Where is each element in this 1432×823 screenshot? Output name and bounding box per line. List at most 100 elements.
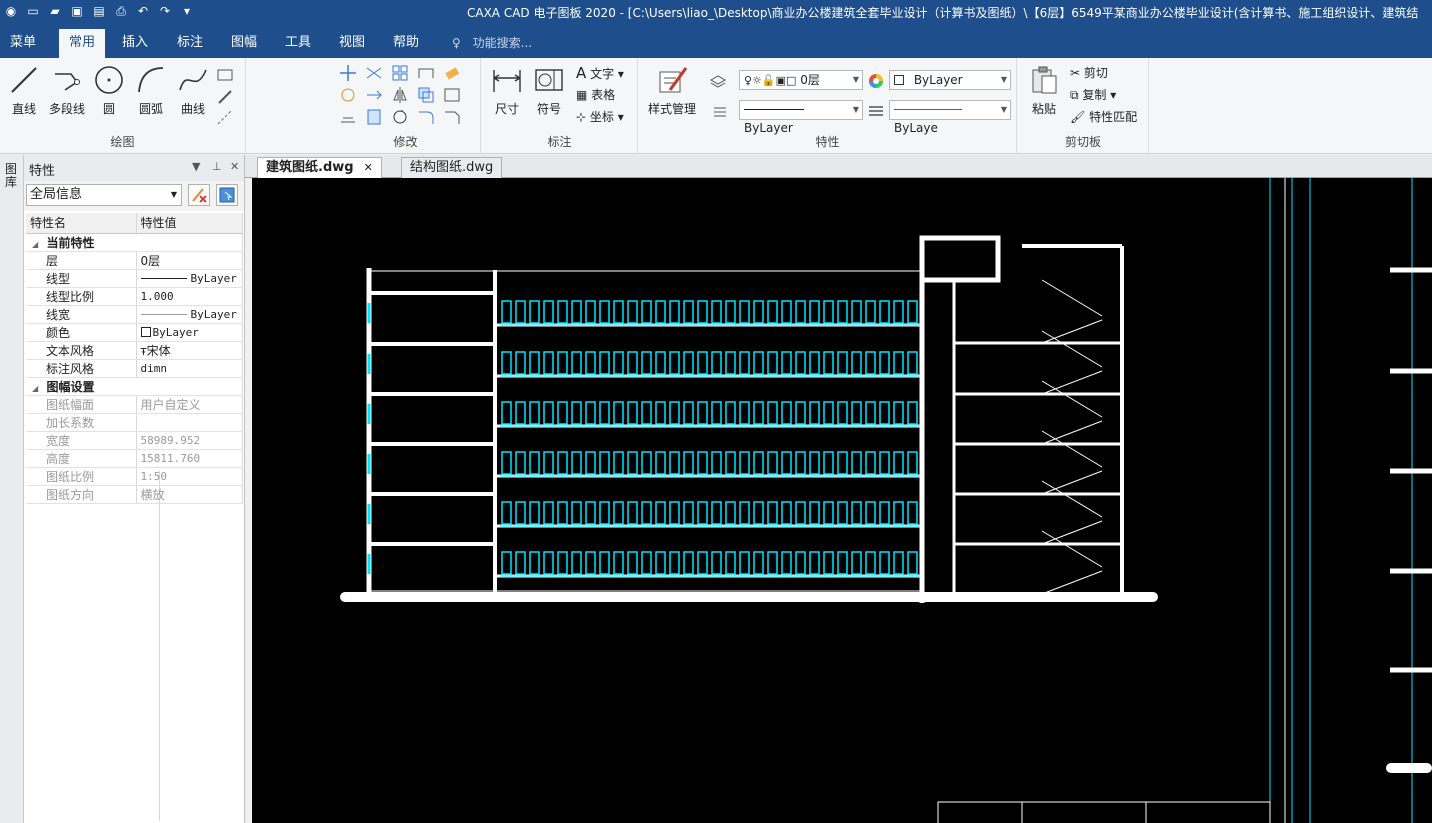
lineweight-icon[interactable] <box>867 102 885 120</box>
doc-tab-architecture[interactable]: 建筑图纸.dwg ✕ <box>257 157 382 178</box>
window <box>767 351 778 375</box>
window <box>809 501 820 525</box>
chamfer-icon[interactable] <box>443 108 461 126</box>
lineweight-sample <box>140 313 187 315</box>
tab-tools[interactable]: 工具 <box>275 29 321 58</box>
section-sheet[interactable]: ◢ 图幅设置 <box>26 377 243 396</box>
open-folder-icon[interactable]: ▰ <box>46 3 64 19</box>
save-icon[interactable]: ▣ <box>68 3 86 19</box>
chevron-down-icon: ▼ <box>1000 105 1007 114</box>
rectangle-icon[interactable] <box>216 66 234 84</box>
table-row[interactable]: 标注风格 dimn <box>26 359 243 378</box>
layer-select[interactable]: ♀☼🔓▣□ 0层 ▼ <box>739 70 863 90</box>
quick-select-button[interactable] <box>216 184 238 206</box>
window <box>837 551 848 575</box>
tab-sheet[interactable]: 图幅 <box>221 29 267 58</box>
mirror-icon[interactable] <box>391 86 409 104</box>
tab-view[interactable]: 视图 <box>329 29 375 58</box>
curve-label: 曲线 <box>180 102 205 116</box>
save-all-icon[interactable]: ▤ <box>90 3 108 19</box>
window <box>851 401 862 425</box>
draw-group: 直线 多段线 圆 圆弧 曲线 绘图 <box>0 58 246 154</box>
polyline-button[interactable]: 多段线 <box>45 64 89 117</box>
rotate-icon[interactable] <box>391 108 409 126</box>
table-row[interactable]: 颜色 ByLayer <box>26 323 243 342</box>
line-button[interactable]: 直线 <box>3 64 45 117</box>
pin-icon[interactable]: ⊥ <box>212 160 222 173</box>
doc-tab-structure[interactable]: 结构图纸.dwg <box>401 157 503 178</box>
new-file-icon[interactable]: ▭ <box>24 3 42 19</box>
undo-icon[interactable]: ↶ <box>134 3 152 19</box>
arc-button[interactable]: 圆弧 <box>130 64 172 117</box>
table-row[interactable]: 线型 ByLayer <box>26 269 243 288</box>
table-row[interactable]: 线宽 ByLayer <box>26 305 243 324</box>
move-icon[interactable] <box>339 64 357 82</box>
tab-common[interactable]: 常用 <box>59 29 106 58</box>
close-icon[interactable]: ✕ <box>230 160 239 173</box>
layer-manager-icon[interactable] <box>709 72 727 90</box>
array-icon[interactable] <box>391 64 409 82</box>
trim-icon[interactable] <box>365 64 383 82</box>
table-row[interactable]: 文本风格 Ŧ宋体 <box>26 341 243 360</box>
feature-search-placeholder: 功能搜索... <box>472 36 533 50</box>
coordinate-button[interactable]: ⊹ 坐标 ▾ <box>576 108 624 125</box>
selection-filter-select[interactable]: 全局信息 ▼ <box>26 184 182 206</box>
tab-menu[interactable]: 菜单 <box>0 29 46 58</box>
color-wheel-icon[interactable] <box>867 72 885 90</box>
text-button[interactable]: A 文字 ▾ <box>576 64 624 82</box>
explode-icon[interactable] <box>365 108 383 126</box>
window <box>795 551 806 575</box>
print-icon[interactable]: ⎙ <box>112 3 130 19</box>
copy-object-icon[interactable] <box>417 86 435 104</box>
symbol-button[interactable]: 符号 <box>528 64 570 117</box>
window <box>753 501 764 525</box>
library-side-strip[interactable]: 图库 <box>0 155 24 823</box>
selection-row: 全局信息 ▼ <box>24 181 244 211</box>
app-logo-icon[interactable]: ◉ <box>2 3 20 19</box>
construction-line-icon[interactable] <box>216 108 234 126</box>
pen-icon[interactable] <box>216 88 234 106</box>
eraser-icon[interactable] <box>443 64 461 82</box>
scale-icon[interactable] <box>339 86 357 104</box>
break-icon[interactable] <box>417 64 435 82</box>
offset-icon[interactable] <box>339 108 357 126</box>
lineweight-select[interactable]: ByLaye ▼ <box>889 100 1011 135</box>
style-manager-button[interactable]: 样式管理 <box>645 64 699 117</box>
clear-selection-button[interactable] <box>188 184 210 206</box>
close-icon[interactable]: ✕ <box>364 161 373 174</box>
table-button[interactable]: ▦ 表格 <box>576 86 615 103</box>
customize-toolbar-icon[interactable]: ▾ <box>178 3 196 19</box>
window <box>515 451 526 475</box>
section-title: ◢ 图幅设置 <box>26 377 243 396</box>
tab-help[interactable]: 帮助 <box>383 29 429 58</box>
circle-button[interactable]: 圆 <box>88 64 130 117</box>
layer-value: 0层 <box>800 73 820 87</box>
section-current[interactable]: ◢ 当前特性 <box>26 233 243 252</box>
linetype-select[interactable]: ByLayer ▼ <box>739 100 863 135</box>
tab-insert[interactable]: 插入 <box>112 29 158 58</box>
window <box>627 501 638 525</box>
linetype-list-icon[interactable] <box>711 102 729 120</box>
extend-icon[interactable] <box>365 86 383 104</box>
redo-icon[interactable]: ↷ <box>156 3 174 19</box>
window <box>543 551 554 575</box>
curve-button[interactable]: 曲线 <box>172 64 214 117</box>
quick-select-icon <box>219 187 235 203</box>
window <box>669 351 680 375</box>
match-properties-button[interactable]: 🖌 特性匹配 <box>1070 108 1137 125</box>
copy-button[interactable]: ⧉ 复制 ▾ <box>1070 86 1116 103</box>
window <box>669 300 680 324</box>
cut-button[interactable]: ✂ 剪切 <box>1070 64 1108 81</box>
drawing-canvas[interactable] <box>252 178 1432 823</box>
tab-annotate[interactable]: 标注 <box>167 29 213 58</box>
fillet-icon[interactable] <box>417 108 435 126</box>
feature-search[interactable]: ♀ 功能搜索... <box>452 34 532 51</box>
panel-menu-icon[interactable]: ▼ <box>192 160 200 173</box>
color-select[interactable]: ByLayer ▼ <box>889 70 1011 90</box>
table-row[interactable]: 层 0层 <box>26 251 243 270</box>
stretch-icon[interactable] <box>443 86 461 104</box>
paste-button[interactable]: 粘贴 <box>1024 64 1064 117</box>
annotate-group: 尺寸 符号 A 文字 ▾ ▦ 表格 ⊹ 坐标 ▾ 标注 <box>482 58 638 154</box>
table-row[interactable]: 线型比例 1.000 <box>26 287 243 306</box>
dimension-button[interactable]: 尺寸 <box>486 64 528 117</box>
